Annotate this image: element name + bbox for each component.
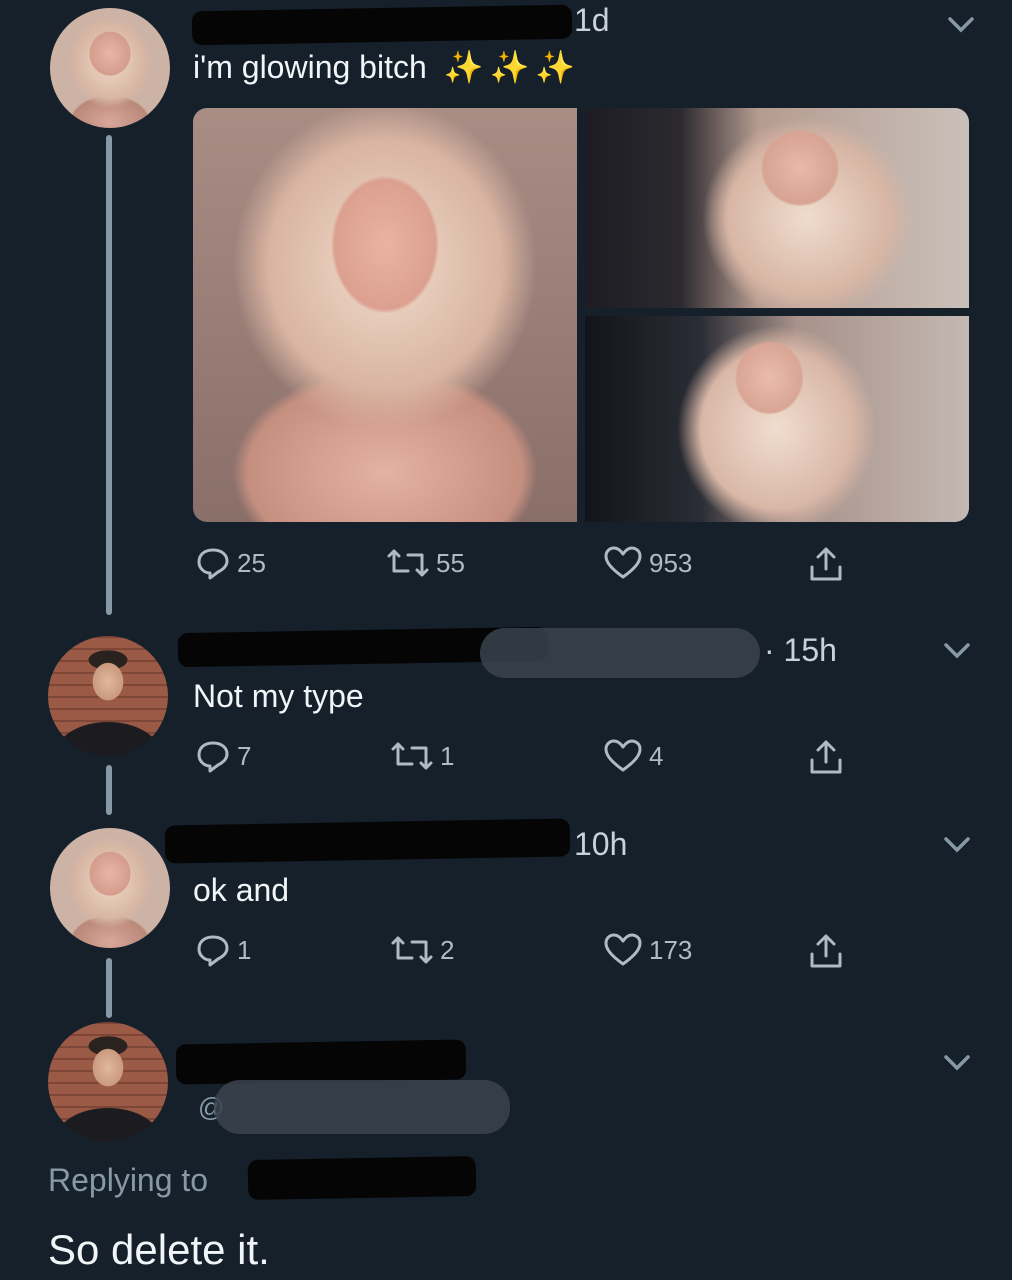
thread-line <box>106 958 112 1018</box>
avatar[interactable] <box>48 636 168 756</box>
tweet-text: Not my type <box>193 678 364 714</box>
photo[interactable] <box>585 108 969 308</box>
reply-button[interactable]: 7 <box>195 738 251 774</box>
share-icon[interactable] <box>806 932 846 972</box>
reply-count: 1 <box>237 934 252 965</box>
retweet-icon <box>391 742 433 770</box>
thread-line <box>106 135 112 615</box>
sparkles-emoji: ✨✨✨ <box>443 49 582 85</box>
redacted-name <box>164 818 571 864</box>
retweet-count: 55 <box>436 547 465 578</box>
tweet-time: 1d <box>574 2 610 38</box>
tweet-text: ok and <box>193 872 290 908</box>
reply-count: 7 <box>237 740 252 771</box>
reply-icon <box>197 548 229 580</box>
tweet-text: So delete it. <box>48 1226 270 1273</box>
like-count: 4 <box>649 740 664 771</box>
photo[interactable] <box>193 108 577 522</box>
tweet-media[interactable] <box>193 108 969 522</box>
retweet-button[interactable]: 2 <box>390 932 454 968</box>
retweet-button[interactable]: 55 <box>386 545 465 581</box>
like-count: 173 <box>649 934 693 965</box>
share-icon[interactable] <box>806 738 846 778</box>
chevron-down-icon[interactable] <box>942 6 980 44</box>
reply-count: 25 <box>237 547 266 578</box>
redacted-name <box>191 4 573 46</box>
like-button[interactable]: 4 <box>603 738 663 774</box>
chevron-down-icon[interactable] <box>938 1044 976 1082</box>
heart-icon <box>604 546 642 579</box>
photo[interactable] <box>585 316 969 522</box>
avatar[interactable] <box>48 1022 168 1142</box>
like-count: 953 <box>649 547 693 578</box>
reply-icon <box>197 935 229 967</box>
retweet-icon <box>387 549 429 577</box>
like-button[interactable]: 173 <box>603 932 692 968</box>
replying-to-label: Replying to <box>48 1162 209 1198</box>
reply-button[interactable]: 1 <box>195 932 251 968</box>
retweet-count: 1 <box>440 740 455 771</box>
like-button[interactable]: 953 <box>603 545 692 581</box>
chevron-down-icon[interactable] <box>938 826 976 864</box>
redacted-name <box>175 1039 467 1085</box>
redacted-reply-handle[interactable] <box>247 1156 477 1200</box>
retweet-button[interactable]: 1 <box>390 738 454 774</box>
heart-icon <box>604 739 642 772</box>
retweet-count: 2 <box>440 934 455 965</box>
tweet-time: · 15h <box>764 632 837 668</box>
reply-button[interactable]: 25 <box>195 545 266 581</box>
thread-line <box>106 765 112 815</box>
avatar[interactable] <box>50 828 170 948</box>
chevron-down-icon[interactable] <box>938 632 976 670</box>
reply-icon <box>197 741 229 773</box>
heart-icon <box>604 933 642 966</box>
redacted-handle <box>214 1080 510 1134</box>
tweet-text: i'm glowing bitch ✨✨✨ <box>193 49 582 85</box>
tweet-time: 10h <box>574 826 628 862</box>
share-icon[interactable] <box>806 545 846 585</box>
redacted-handle <box>480 628 760 678</box>
retweet-icon <box>391 936 433 964</box>
avatar[interactable] <box>50 8 170 128</box>
